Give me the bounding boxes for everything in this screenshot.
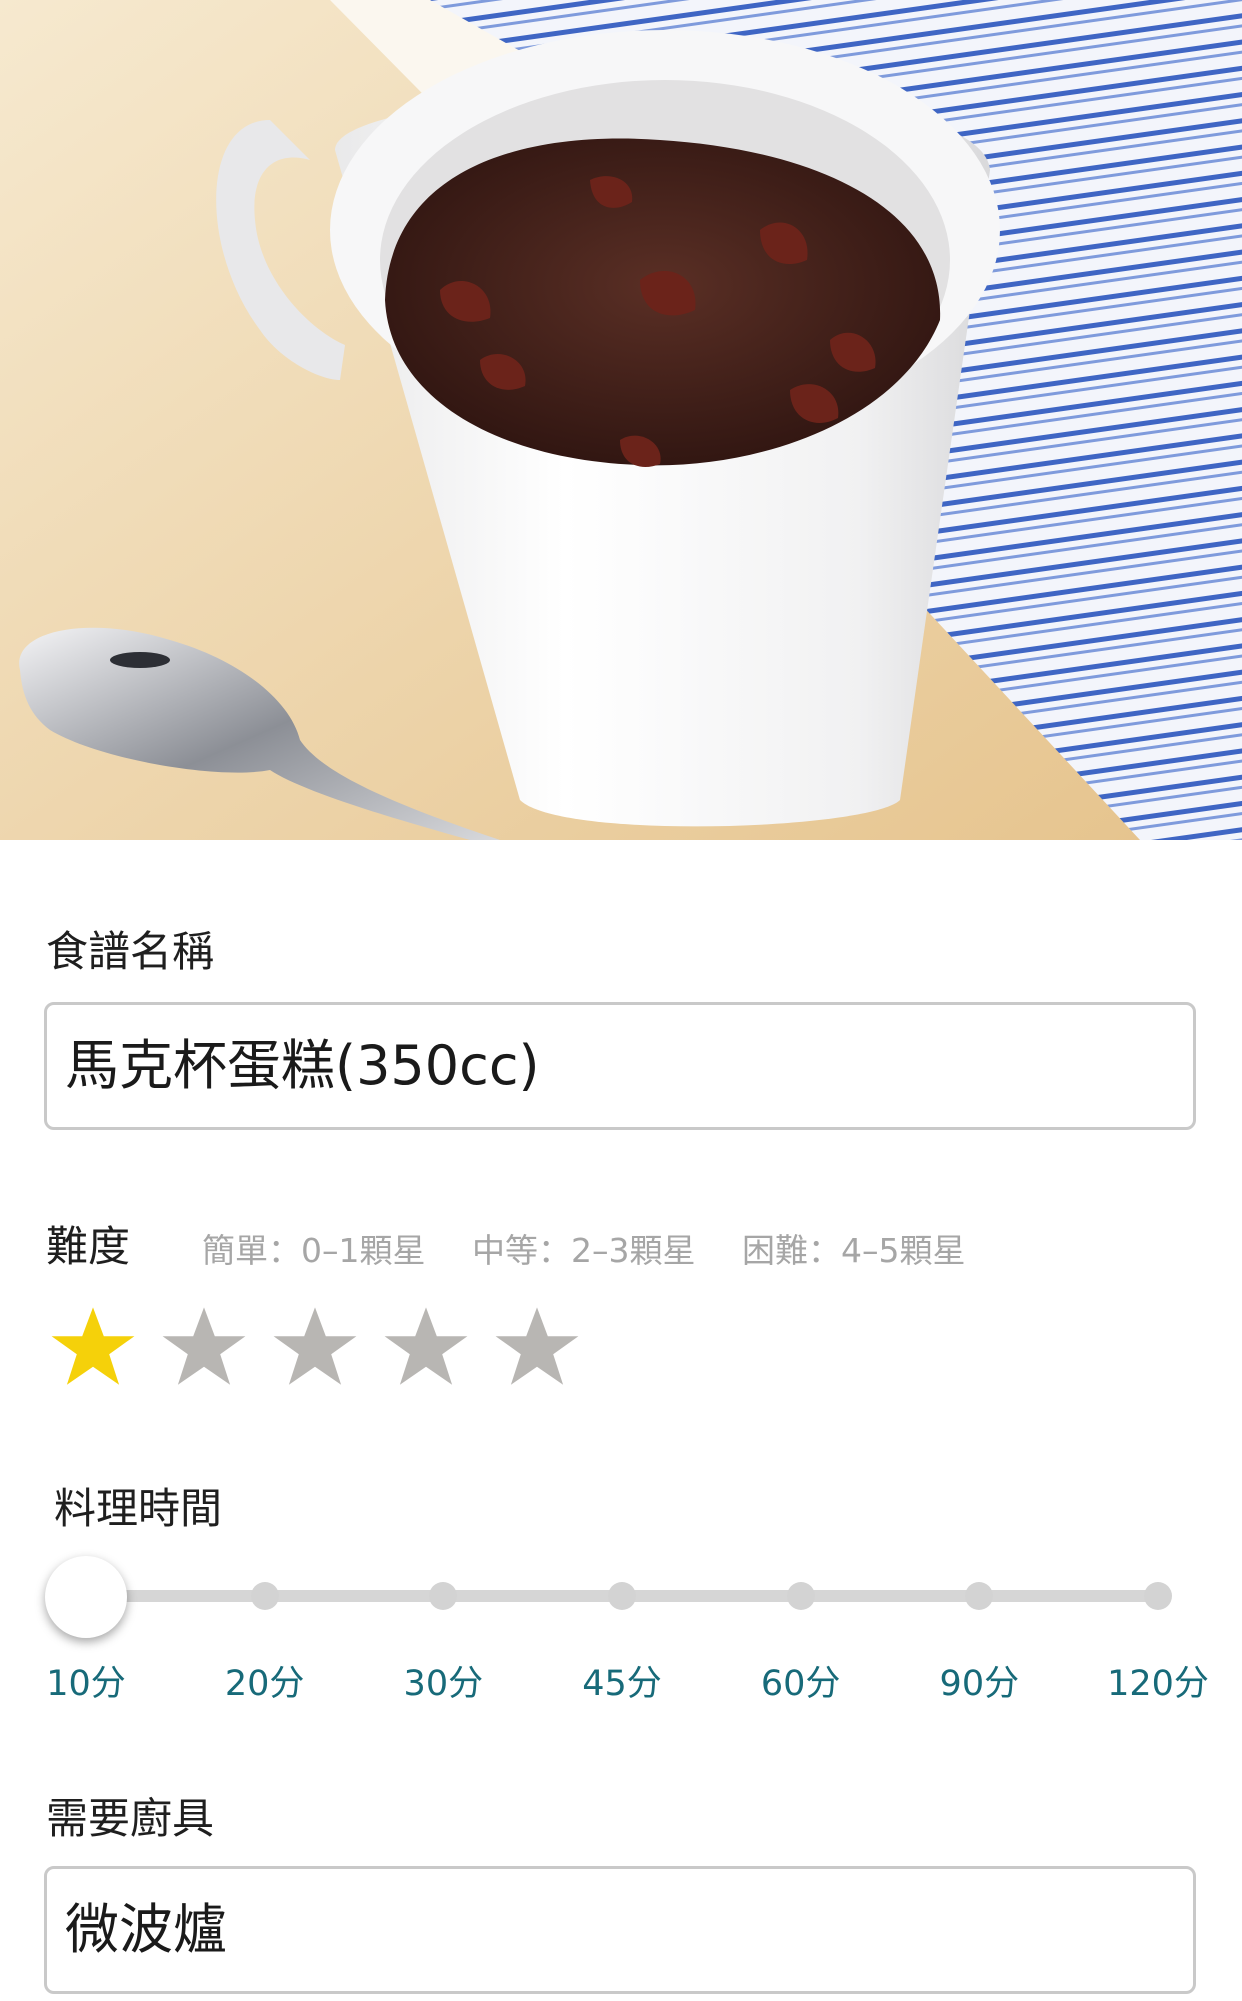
- slider-tick[interactable]: [429, 1582, 458, 1610]
- cook-time-option-label: 120分: [1107, 1664, 1209, 1704]
- star-icon[interactable]: [381, 1302, 471, 1392]
- mug-cake-image: [0, 0, 1242, 840]
- difficulty-hint-easy: 簡單：0–1顆星: [202, 1231, 426, 1270]
- star-icon[interactable]: [48, 1302, 138, 1392]
- tools-field[interactable]: 微波爐: [44, 1866, 1196, 1994]
- slider-tick[interactable]: [250, 1582, 279, 1610]
- difficulty-hint-medium: 中等：2–3顆星: [472, 1231, 696, 1270]
- difficulty-hint-hard: 困難：4–5顆星: [742, 1231, 966, 1270]
- slider-tick[interactable]: [786, 1582, 815, 1610]
- tools-label: 需要廚具: [46, 1794, 215, 1843]
- difficulty-hint: 簡單：0–1顆星 中等：2–3顆星 困難：4–5顆星: [202, 1224, 998, 1272]
- star-icon[interactable]: [159, 1302, 249, 1392]
- cook-time-option-label: 60分: [760, 1664, 841, 1704]
- cook-time-option-label: 20分: [224, 1664, 305, 1704]
- slider-tick[interactable]: [1144, 1582, 1172, 1610]
- cook-time-label: 料理時間: [54, 1484, 223, 1533]
- recipe-photo[interactable]: [0, 0, 1242, 840]
- star-icon[interactable]: [270, 1302, 360, 1392]
- star-icon[interactable]: [492, 1302, 582, 1392]
- cook-time-option-label: 10分: [46, 1664, 126, 1704]
- recipe-name-label: 食譜名稱: [46, 927, 215, 976]
- cook-time-option-label: 30分: [403, 1664, 484, 1704]
- cook-time-option-label: 45分: [582, 1664, 662, 1704]
- slider-tick[interactable]: [965, 1582, 994, 1610]
- slider-tick[interactable]: [608, 1582, 636, 1610]
- recipe-name-field[interactable]: 馬克杯蛋糕(350cc): [44, 1002, 1196, 1130]
- slider-thumb[interactable]: [45, 1556, 127, 1638]
- cook-time-option-label: 90分: [939, 1664, 1020, 1704]
- difficulty-label: 難度: [46, 1222, 131, 1271]
